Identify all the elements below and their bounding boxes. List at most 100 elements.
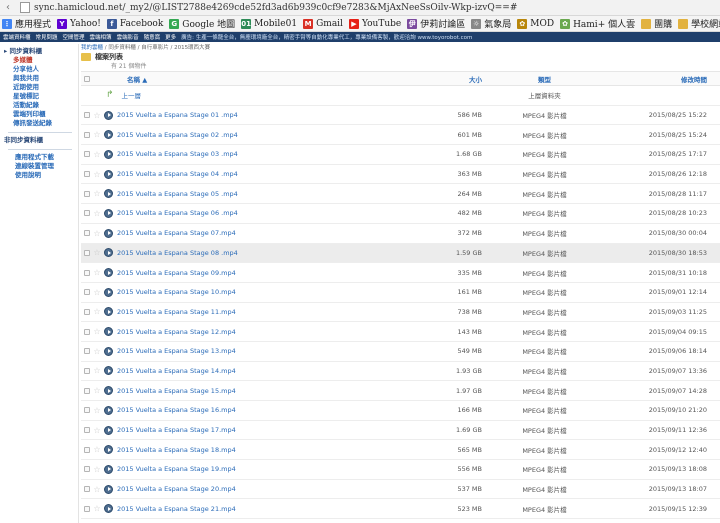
- breadcrumb-path[interactable]: / 同步資料櫃 / 自行車影片 / 2015環西大賽: [103, 45, 210, 51]
- row-checkbox[interactable]: [81, 190, 92, 197]
- row-checkbox[interactable]: [81, 112, 92, 119]
- row-checkbox[interactable]: [81, 367, 92, 374]
- file-name[interactable]: 2015 Vuelta a Espana Stage 06 .mp4: [117, 209, 238, 217]
- sidebar-group-sync[interactable]: ▸ 同步資料櫃: [4, 47, 78, 56]
- file-name[interactable]: 2015 Vuelta a Espana Stage 01 .mp4: [117, 111, 238, 119]
- top-nav-item[interactable]: 常見問題: [36, 33, 58, 41]
- file-name[interactable]: 2015 Vuelta a Espana Stage 03 .mp4: [117, 150, 238, 158]
- bookmark-item[interactable]: 伊伊莉討論區: [407, 17, 465, 30]
- table-row[interactable]: ☆ 2015 Vuelta a Espana Stage 17.mp4 1.69 G…: [81, 421, 720, 441]
- top-nav-item[interactable]: 更多: [165, 33, 176, 41]
- table-row[interactable]: ☆ 2015 Vuelta a Espana Stage 02 .mp4 601 M…: [81, 125, 720, 146]
- sidebar-item[interactable]: 多媒體: [4, 56, 78, 65]
- row-checkbox[interactable]: [81, 427, 92, 434]
- row-checkbox[interactable]: [81, 249, 92, 256]
- row-checkbox[interactable]: [81, 308, 92, 315]
- row-checkbox[interactable]: [81, 171, 92, 178]
- table-row[interactable]: ☆ 2015 Vuelta a Espana Stage 19.mp4 556 MB…: [81, 460, 720, 480]
- star-icon[interactable]: ☆: [92, 229, 102, 238]
- star-icon[interactable]: ☆: [92, 347, 102, 356]
- row-checkbox[interactable]: [81, 348, 92, 355]
- table-row[interactable]: ☆ 2015 Vuelta a Espana Stage 21.mp4 523 MB…: [81, 499, 720, 520]
- star-icon[interactable]: ☆: [92, 465, 102, 474]
- table-row[interactable]: ☆ 2015 Vuelta a Espana Stage 15.mp4 1.97 G…: [81, 381, 720, 401]
- star-icon[interactable]: ☆: [92, 386, 102, 395]
- bookmark-item[interactable]: ✿ MOD: [517, 18, 554, 29]
- table-row[interactable]: ☆ 2015 Vuelta a Espana Stage 16.mp4 166 MB…: [81, 401, 720, 421]
- address-bar[interactable]: ‹ sync.hamicloud.net/_my2/@LIST2788e4269…: [0, 0, 720, 16]
- star-icon[interactable]: ☆: [92, 445, 102, 454]
- table-row[interactable]: ☆ 2015 Vuelta a Espana Stage 07.mp4 372 MB…: [81, 224, 720, 244]
- sidebar-item[interactable]: 活動紀錄: [4, 101, 78, 110]
- file-name[interactable]: 2015 Vuelta a Espana Stage 09.mp4: [117, 269, 236, 277]
- file-name[interactable]: 2015 Vuelta a Espana Stage 18.mp4: [117, 446, 236, 454]
- bookmark-item[interactable]: Y Yahoo!: [57, 18, 101, 29]
- table-row[interactable]: ☆ 2015 Vuelta a Espana Stage 14.mp4 1.93 G…: [81, 362, 720, 382]
- star-icon[interactable]: ☆: [92, 366, 102, 375]
- sidebar-item[interactable]: 雲端列印櫃: [4, 110, 78, 119]
- ad-banner-text[interactable]: 廣告: 生產一條龍全台，無塵環境廠全台，精密手臂等自動化專業代工，專業設備客製，…: [181, 33, 472, 41]
- file-name[interactable]: 2015 Vuelta a Espana Stage 19.mp4: [117, 465, 236, 473]
- row-checkbox[interactable]: [81, 269, 92, 276]
- column-name-header[interactable]: 名稱 ▲: [102, 74, 382, 84]
- table-row[interactable]: ☆ 2015 Vuelta a Espana Stage 09.mp4 335 MB…: [81, 263, 720, 283]
- top-nav-item[interactable]: 隨意窩: [144, 33, 161, 41]
- sidebar-item[interactable]: 分享他人: [4, 65, 78, 74]
- column-size-header[interactable]: 大小: [382, 74, 482, 84]
- star-icon[interactable]: ☆: [92, 268, 102, 277]
- row-checkbox[interactable]: [81, 230, 92, 237]
- sidebar-link-download[interactable]: 應用程式下載: [4, 153, 78, 162]
- table-row[interactable]: ☆ 2015 Vuelta a Espana Stage 05 .mp4 264 M…: [81, 184, 720, 205]
- bookmark-item[interactable]: ⋮ 應用程式: [2, 17, 51, 30]
- table-row[interactable]: ☆ 2015 Vuelta a Espana Stage 03 .mp4 1.68 …: [81, 145, 720, 165]
- bookmark-item[interactable]: 01 Mobile01: [241, 18, 297, 29]
- top-nav-item[interactable]: 空間管理: [63, 33, 85, 41]
- bookmark-item[interactable]: f Facebook: [106, 18, 163, 29]
- top-nav-item[interactable]: 雲端影音: [117, 33, 139, 41]
- bookmark-item[interactable]: ☼ 氣象局: [471, 17, 511, 30]
- file-name[interactable]: 2015 Vuelta a Espana Stage 02 .mp4: [117, 131, 238, 139]
- file-name[interactable]: 2015 Vuelta a Espana Stage 05 .mp4: [117, 190, 238, 198]
- star-icon[interactable]: ☆: [92, 327, 102, 336]
- file-name[interactable]: 2015 Vuelta a Espana Stage 04 .mp4: [117, 170, 238, 178]
- star-icon[interactable]: ☆: [92, 130, 102, 139]
- table-row[interactable]: ☆ 2015 Vuelta a Espana Stage 12.mp4 143 MB…: [81, 322, 720, 342]
- row-checkbox[interactable]: [81, 446, 92, 453]
- star-icon[interactable]: ☆: [92, 406, 102, 415]
- url-text[interactable]: sync.hamicloud.net/_my2/@LIST2788e4269cd…: [34, 3, 517, 13]
- table-row[interactable]: ☆ 2015 Vuelta a Espana Stage 13.mp4 549 MB…: [81, 342, 720, 362]
- table-row[interactable]: ☆ 2015 Vuelta a Espana Stage 18.mp4 565 MB…: [81, 440, 720, 461]
- sidebar-item[interactable]: 近期使用: [4, 83, 78, 92]
- row-checkbox[interactable]: [81, 407, 92, 414]
- star-icon[interactable]: ☆: [92, 111, 102, 120]
- file-name[interactable]: 2015 Vuelta a Espana Stage 08 .mp4: [117, 249, 238, 257]
- bookmark-item[interactable]: G Google 地圖: [169, 17, 235, 30]
- row-checkbox[interactable]: [81, 505, 92, 512]
- row-checkbox[interactable]: [81, 131, 92, 138]
- row-checkbox[interactable]: [81, 210, 92, 217]
- file-name[interactable]: 2015 Vuelta a Espana Stage 14.mp4: [117, 367, 236, 375]
- file-name[interactable]: 2015 Vuelta a Espana Stage 13.mp4: [117, 347, 236, 355]
- star-icon[interactable]: ☆: [92, 150, 102, 159]
- table-row[interactable]: ☆ 2015 Vuelta a Espana Stage 11.mp4 738 MB…: [81, 303, 720, 323]
- sidebar-group-nonsync[interactable]: 非同步資料櫃: [4, 136, 78, 145]
- star-icon[interactable]: ☆: [92, 485, 102, 494]
- star-icon[interactable]: ☆: [92, 209, 102, 218]
- top-nav-item[interactable]: 雲端資料櫃: [3, 33, 31, 41]
- sidebar-item[interactable]: 傳訊發送紀錄: [4, 119, 78, 128]
- table-row[interactable]: ☆ 2015 Vuelta a Espana Stage 01 .mp4 586 M…: [81, 106, 720, 126]
- file-name[interactable]: 2015 Vuelta a Espana Stage 15.mp4: [117, 387, 236, 395]
- bookmark-item[interactable]: M Gmail: [303, 18, 343, 29]
- star-icon[interactable]: ☆: [92, 248, 102, 257]
- top-nav-item[interactable]: 雲端相簿: [90, 33, 112, 41]
- row-checkbox[interactable]: [81, 328, 92, 335]
- file-name[interactable]: 2015 Vuelta a Espana Stage 12.mp4: [117, 328, 236, 336]
- row-checkbox[interactable]: [81, 289, 92, 296]
- table-row[interactable]: ☆ 2015 Vuelta a Espana Stage 06 .mp4 482 M…: [81, 204, 720, 224]
- file-name[interactable]: 2015 Vuelta a Espana Stage 17.mp4: [117, 426, 236, 434]
- column-date-header[interactable]: 修改時間: [607, 74, 707, 84]
- file-name[interactable]: 2015 Vuelta a Espana Stage 16.mp4: [117, 406, 236, 414]
- sidebar-link-help[interactable]: 使用說明: [4, 171, 78, 180]
- file-name[interactable]: 2015 Vuelta a Espana Stage 11.mp4: [117, 308, 236, 316]
- row-checkbox[interactable]: [81, 151, 92, 158]
